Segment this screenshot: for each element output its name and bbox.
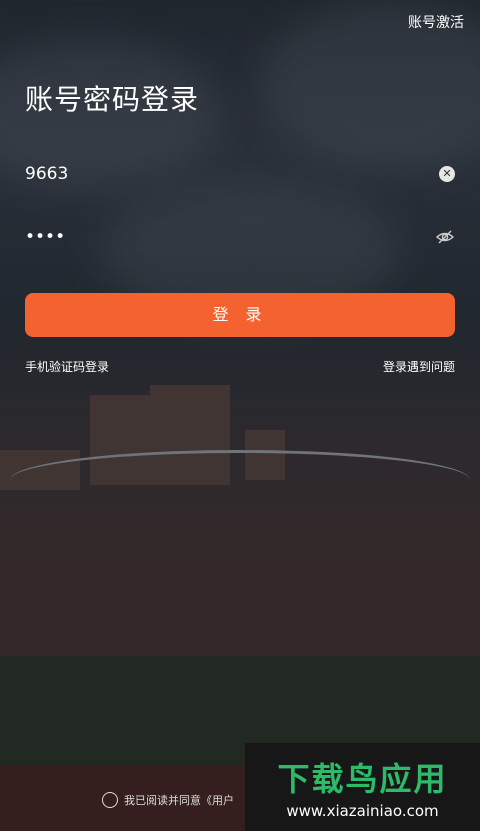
account-field[interactable]: ✕ <box>25 152 455 196</box>
clear-icon[interactable]: ✕ <box>439 166 455 182</box>
eye-off-icon[interactable] <box>435 227 455 247</box>
login-button[interactable]: 登 录 <box>25 293 455 337</box>
sms-login-link[interactable]: 手机验证码登录 <box>25 358 109 375</box>
agreement-radio[interactable] <box>102 792 118 808</box>
agreement-text: 我已阅读并同意《用户 <box>124 794 234 807</box>
watermark-brand: 下载鸟应用 <box>277 760 448 798</box>
account-input[interactable] <box>25 164 439 184</box>
page-title: 账号密码登录 <box>25 83 200 116</box>
agreement-row[interactable]: 我已阅读并同意《用户 <box>102 792 234 808</box>
login-help-link[interactable]: 登录遇到问题 <box>383 358 455 375</box>
watermark-url: www.xiazainiao.com <box>286 802 439 820</box>
watermark: 下载鸟应用 www.xiazainiao.com <box>245 743 480 831</box>
activate-account-link[interactable]: 账号激活 <box>408 12 464 32</box>
password-input[interactable] <box>25 227 435 247</box>
background-image <box>0 0 480 831</box>
password-field[interactable] <box>25 215 455 259</box>
